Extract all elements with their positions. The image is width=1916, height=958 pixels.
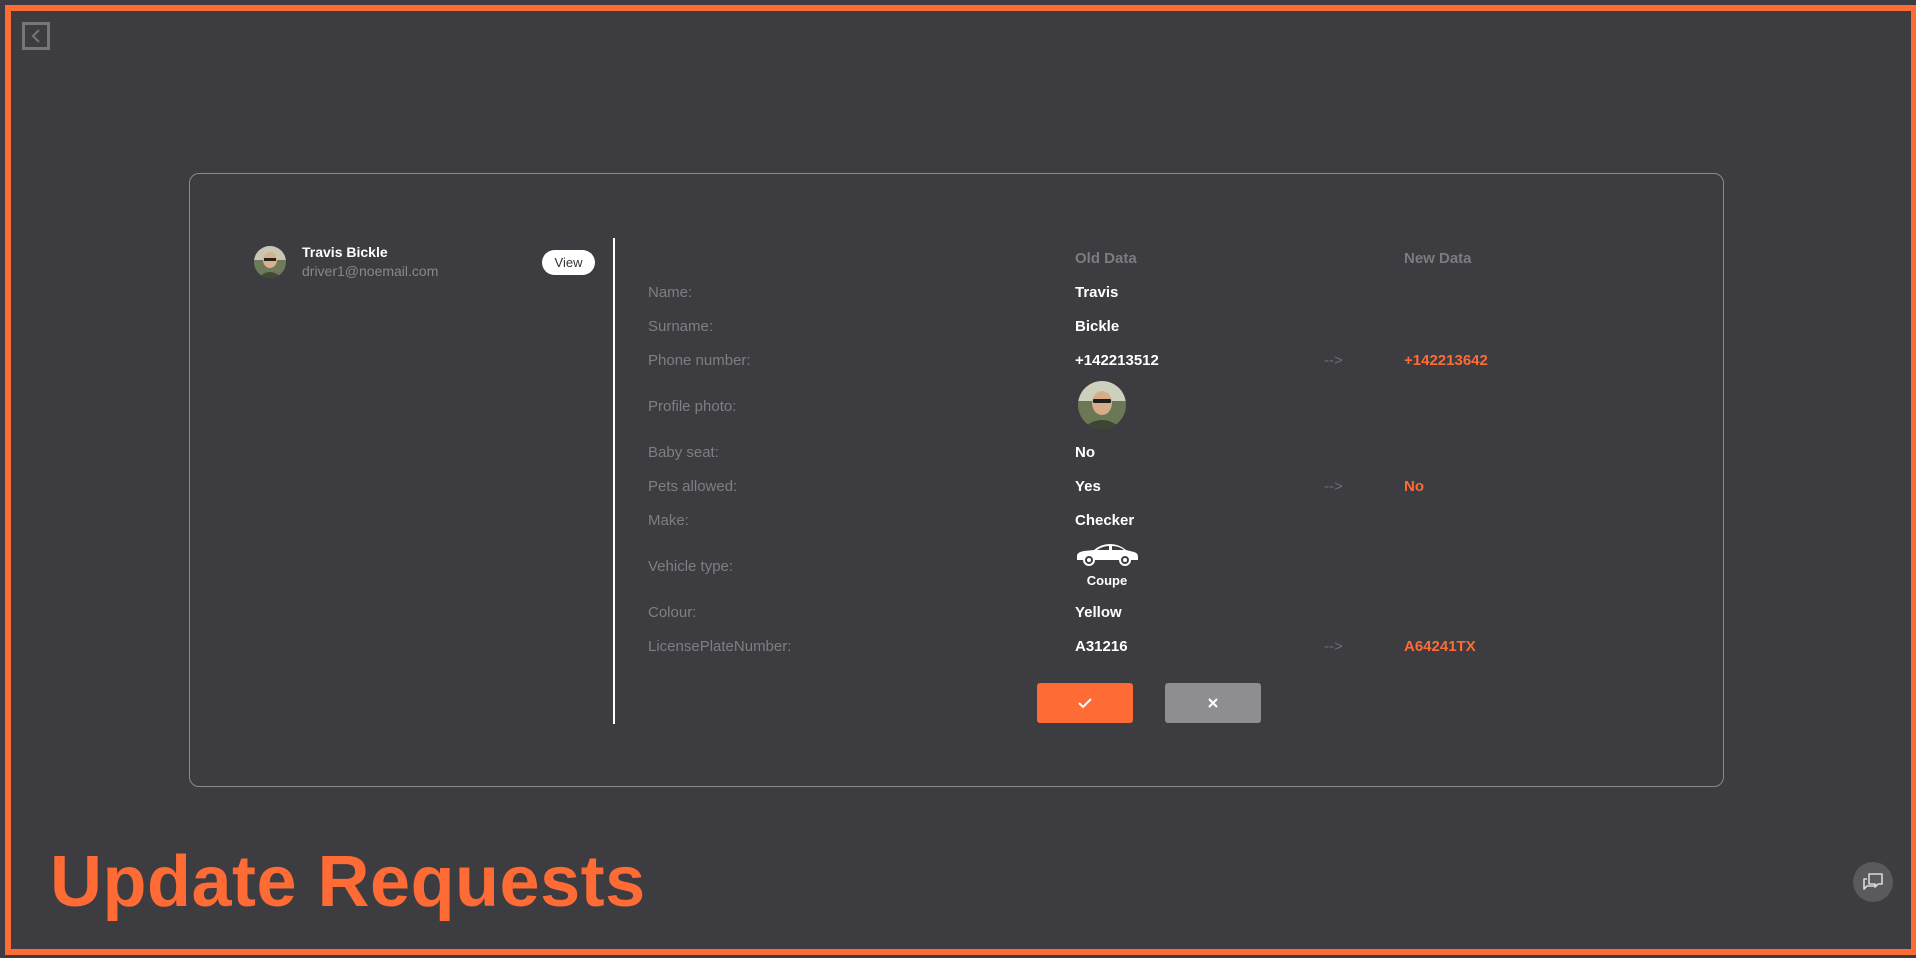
new-data-header: New Data — [1404, 250, 1472, 267]
colour-label: Colour: — [648, 604, 697, 621]
license-plate-label: LicensePlateNumber: — [648, 638, 792, 655]
view-driver-button[interactable]: View — [542, 250, 595, 275]
name-label: Name: — [648, 284, 693, 301]
vehicle-type-old-value: Coupe — [1072, 541, 1142, 588]
profile-photo — [1078, 381, 1126, 429]
license-plate-new-value: A64241TX — [1404, 638, 1476, 655]
pets-allowed-old-value: Yes — [1075, 478, 1101, 495]
vehicle-type-text: Coupe — [1086, 573, 1128, 588]
phone-change-arrow: --> — [1324, 352, 1343, 369]
chat-icon — [1863, 873, 1883, 890]
pets-allowed-new-value: No — [1404, 478, 1424, 495]
make-label: Make: — [648, 512, 689, 529]
accept-button[interactable] — [1037, 683, 1133, 723]
license-plate-old-value: A31216 — [1075, 638, 1128, 655]
check-icon — [1078, 698, 1092, 709]
make-old-value: Checker — [1075, 512, 1135, 529]
chevron-left-icon — [31, 29, 40, 43]
name-old-value: Travis — [1075, 284, 1119, 301]
vertical-divider — [613, 238, 615, 724]
pets-change-arrow: --> — [1324, 478, 1343, 495]
driver-summary: Travis Bickle driver1@noemail.com — [254, 244, 438, 279]
back-button[interactable] — [22, 22, 50, 50]
driver-email: driver1@noemail.com — [302, 263, 439, 279]
phone-new-value: +142213642 — [1404, 352, 1488, 369]
colour-old-value: Yellow — [1075, 604, 1122, 621]
old-data-header: Old Data — [1075, 250, 1137, 267]
pets-allowed-label: Pets allowed: — [648, 478, 738, 495]
phone-label: Phone number: — [648, 352, 751, 369]
phone-old-value: +142213512 — [1075, 352, 1159, 369]
car-icon — [1077, 544, 1138, 566]
vehicle-type-label: Vehicle type: — [648, 558, 734, 575]
baby-seat-old-value: No — [1075, 444, 1095, 461]
surname-label: Surname: — [648, 318, 714, 335]
reject-button[interactable] — [1165, 683, 1261, 723]
profile-photo-label: Profile photo: — [648, 398, 737, 415]
license-plate-change-arrow: --> — [1324, 638, 1343, 655]
chat-button[interactable] — [1853, 862, 1893, 902]
avatar — [254, 245, 286, 278]
page-title: Update Requests — [50, 842, 646, 922]
surname-old-value: Bickle — [1075, 318, 1120, 335]
driver-name: Travis Bickle — [302, 244, 388, 260]
baby-seat-label: Baby seat: — [648, 444, 719, 461]
close-icon — [1208, 698, 1218, 708]
